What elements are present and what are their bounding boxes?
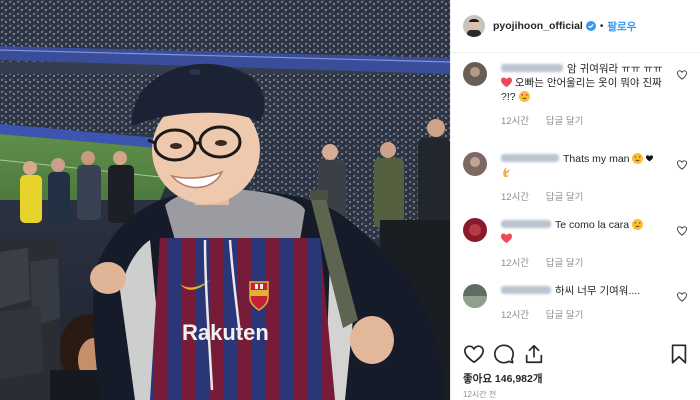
instagram-post: Rakuten pyojihoon_official • 팔로우 암 귀여워라 … (0, 0, 700, 400)
post-side-panel: pyojihoon_official • 팔로우 암 귀여워라 ㅠㅠ ㅠㅠ 오빠… (450, 0, 700, 400)
red-heart-emoji-icon (501, 233, 512, 244)
comment-text-block: Te como la cara (501, 218, 675, 246)
comment-like-heart-icon[interactable] (677, 70, 687, 80)
heart-outline-icon[interactable] (463, 343, 485, 365)
comment-time: 12시간 (501, 116, 530, 127)
author-username[interactable]: pyojihoon_official (493, 20, 583, 32)
share-arrow-icon[interactable] (523, 343, 545, 365)
comment-meta: 12시간 답글 달기 (501, 189, 700, 203)
comment-bubble-icon[interactable] (493, 343, 515, 365)
reply-button[interactable]: 답글 달기 (546, 116, 584, 127)
author-avatar[interactable] (463, 15, 485, 37)
verified-badge-icon (585, 21, 596, 31)
jersey-crest (249, 281, 269, 311)
reply-button[interactable]: 답글 달기 (546, 192, 584, 203)
commenter-username-blurred[interactable] (501, 64, 563, 72)
bookmark-icon[interactable] (668, 343, 690, 365)
comments-list: 암 귀여워라 ㅠㅠ ㅠㅠ 오빠는 안어울리는 옷이 뭐야 진짜 ?!? 12시간… (451, 62, 700, 334)
comment-item: 하씨 너무 기여워.... 12시간 답글 달기 (451, 284, 700, 334)
comment-text: 암 귀여워라 ㅠㅠ ㅠㅠ (567, 63, 663, 75)
commenter-username-blurred[interactable] (501, 220, 551, 228)
comment-like-heart-icon[interactable] (677, 292, 687, 302)
heart-eyes-emoji-icon (632, 219, 644, 230)
post-header: pyojihoon_official • 팔로우 (451, 0, 700, 53)
red-heart-emoji-icon (501, 77, 512, 88)
ok-hand-emoji-icon (503, 167, 510, 178)
commenter-username-blurred[interactable] (501, 286, 551, 294)
comment-text-block: 암 귀여워라 ㅠㅠ ㅠㅠ 오빠는 안어울리는 옷이 뭐야 진짜 ?!? (501, 62, 675, 104)
comment-text-block: Thats my man (501, 152, 675, 180)
comment-text: Te como la cara (555, 219, 630, 231)
comment-text: 하씨 너무 기여워.... (555, 285, 641, 297)
comment-like-heart-icon[interactable] (677, 226, 687, 236)
comment-meta: 12시간 답글 달기 (501, 113, 700, 127)
reply-button[interactable]: 답글 달기 (546, 310, 584, 321)
comment-text: Thats my man (563, 153, 630, 165)
comment-text-block: 하씨 너무 기여워.... (501, 284, 675, 298)
comment-time: 12시간 (501, 258, 530, 269)
jersey-sponsor-text: Rakuten (182, 320, 269, 345)
likes-summary[interactable]: 좋아요 146,982개 (463, 371, 543, 386)
post-timestamp: 12시간 전 (463, 390, 497, 399)
comment-meta: 12시간 답글 달기 (501, 307, 700, 321)
comment-time: 12시간 (501, 192, 530, 203)
reply-button[interactable]: 답글 달기 (546, 258, 584, 269)
heart-eyes-emoji-icon (518, 91, 530, 102)
commenter-avatar[interactable] (463, 284, 487, 308)
commenter-avatar[interactable] (463, 62, 487, 86)
comment-item: Thats my man 12시간 답글 달기 (451, 152, 700, 218)
post-photo[interactable]: Rakuten (0, 0, 450, 400)
action-bar (463, 343, 688, 365)
follow-button[interactable]: 팔로우 (607, 19, 636, 34)
likes-label: 좋아요 (463, 373, 492, 385)
comment-time: 12시간 (501, 310, 530, 321)
black-heart-emoji-icon (646, 155, 654, 162)
likes-count: 146,982개 (494, 373, 543, 385)
stadium-photo-illustration: Rakuten (0, 0, 450, 400)
comment-meta: 12시간 답글 달기 (501, 255, 700, 269)
comments-scrollbar[interactable] (695, 62, 698, 332)
heart-eyes-emoji-icon (632, 153, 644, 164)
commenter-avatar[interactable] (463, 152, 487, 176)
comment-item: Te como la cara 12시간 답글 달기 (451, 218, 700, 284)
comment-item: 암 귀여워라 ㅠㅠ ㅠㅠ 오빠는 안어울리는 옷이 뭐야 진짜 ?!? 12시간… (451, 62, 700, 152)
comment-like-heart-icon[interactable] (677, 160, 687, 170)
commenter-avatar[interactable] (463, 218, 487, 242)
header-separator: • (599, 20, 604, 32)
commenter-username-blurred[interactable] (501, 154, 559, 162)
